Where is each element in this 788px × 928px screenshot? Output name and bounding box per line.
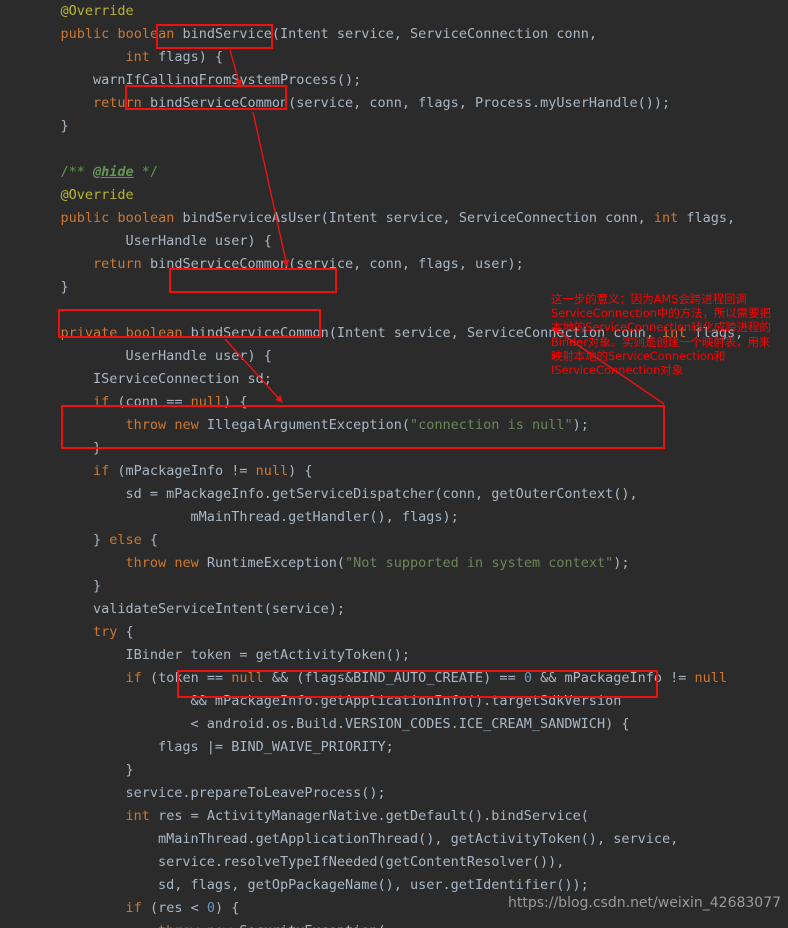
code-line: /** @hide */	[60, 164, 159, 180]
code-line: throw new IllegalArgumentException("conn…	[125, 417, 589, 433]
annotation-line: 本地的ServiceConnection转化成跨进程的	[551, 320, 771, 335]
code-line: @Override	[60, 187, 134, 203]
code-line: mMainThread.getHandler(), flags);	[28, 509, 459, 525]
code-line: IBinder token = getActivityToken();	[28, 647, 411, 663]
code-line: throw new RuntimeException("Not supporte…	[125, 555, 630, 571]
code-line: && mPackageInfo.getApplicationInfo().tar…	[28, 693, 622, 709]
code-line: if (conn == null) {	[93, 394, 248, 410]
code-line: throw new SecurityException(	[0, 920, 788, 928]
code-line: public boolean bindService(Intent servic…	[60, 26, 597, 42]
code-line: public boolean bindServiceAsUser(Intent …	[60, 210, 736, 226]
annotation-line: Binder对象。实则是创建一个映射表，用来	[551, 334, 771, 349]
code-line: int res = ActivityManagerNative.getDefau…	[125, 808, 589, 824]
code-line: sd, flags, getOpPackageName(), user.getI…	[28, 877, 589, 893]
annotation-line: ServiceConnection中的方法，所以需要把	[551, 306, 771, 321]
code-line: }	[28, 578, 102, 594]
code-block: @Override public boolean bindService(Int…	[0, 0, 788, 928]
code-line: mMainThread.getApplicationThread(), getA…	[28, 831, 679, 847]
code-line: }	[28, 440, 102, 456]
code-line: if (token == null && (flags&BIND_AUTO_CR…	[125, 670, 728, 686]
annotation-line: IServiceConnection对象	[551, 363, 683, 378]
code-line: sd = mPackageInfo.getServiceDispatcher(c…	[28, 486, 638, 502]
annotation-line: 这一步的意义：因为AMS会跨进程回调	[551, 292, 747, 306]
code-line: validateServiceIntent(service);	[28, 601, 345, 617]
code-line: int flags) {	[125, 49, 224, 65]
code-line: UserHandle user) {	[28, 233, 272, 249]
code-line: warnIfCallingFromSystemProcess();	[28, 72, 362, 88]
code-line: service.resolveTypeIfNeeded(getContentRe…	[28, 854, 565, 870]
chinese-annotation-note: 这一步的意义：因为AMS会跨进程回调 ServiceConnection中的方法…	[551, 292, 788, 377]
code-line: } else {	[28, 532, 159, 548]
code-line: }	[28, 762, 134, 778]
code-line: try {	[93, 624, 134, 640]
code-line: if (mPackageInfo != null) {	[93, 463, 313, 479]
code-line: }	[28, 118, 69, 134]
code-line: return bindServiceCommon(service, conn, …	[93, 95, 671, 111]
code-line: flags |= BIND_WAIVE_PRIORITY;	[28, 739, 394, 755]
annotation-line: 映射本地的ServiceConnection和	[551, 348, 726, 363]
code-screenshot: @Override public boolean bindService(Int…	[0, 0, 788, 928]
code-line: < android.os.Build.VERSION_CODES.ICE_CRE…	[28, 716, 630, 732]
code-line: return bindServiceCommon(service, conn, …	[93, 256, 524, 272]
code-line: @Override	[60, 3, 134, 19]
watermark-url: https://blog.csdn.net/weixin_42683077	[508, 895, 782, 911]
code-line: service.prepareToLeaveProcess();	[28, 785, 386, 801]
